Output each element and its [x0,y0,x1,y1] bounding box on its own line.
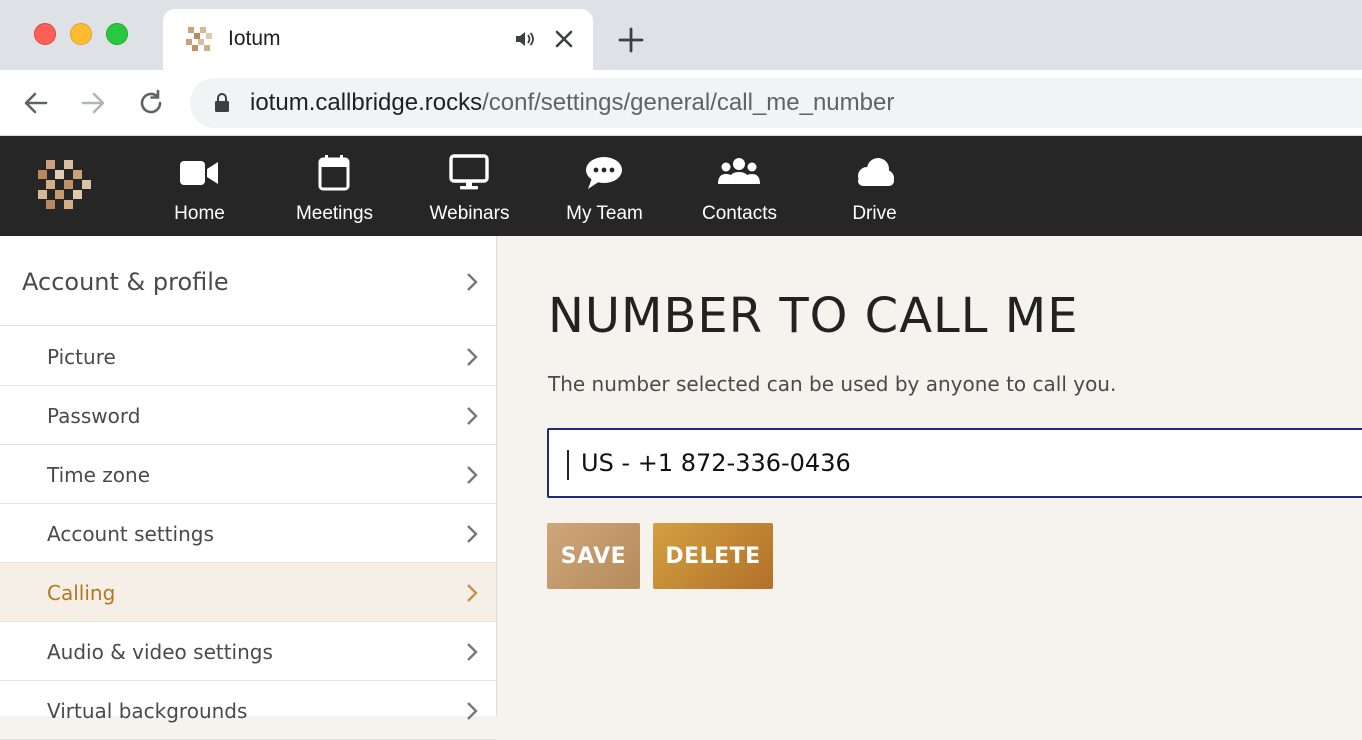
sidebar-item-password[interactable]: Password [0,386,496,445]
chat-bubble-icon [586,157,622,189]
nav-drive[interactable]: Drive [807,136,942,236]
nav-meetings-label: Meetings [295,203,374,224]
chevron-right-icon [467,584,478,602]
nav-webinars[interactable]: Webinars [402,136,537,236]
sidebar-item-virtual-backgrounds[interactable]: Virtual backgrounds [0,681,496,740]
sidebar-item-audio-video-settings[interactable]: Audio & video settings [0,622,496,681]
chevron-right-icon [467,273,478,291]
chevron-right-icon [467,348,478,366]
chevron-right-icon [467,407,478,425]
chevron-right-icon [467,702,478,720]
iotum-favicon-icon [186,27,212,51]
forward-arrow-icon[interactable] [77,87,109,119]
nav-meetings[interactable]: Meetings [267,136,402,236]
nav-drive-label: Drive [852,203,897,224]
new-tab-plus-icon[interactable] [616,25,646,55]
speaker-icon[interactable] [513,28,535,50]
nav-webinars-label: Webinars [429,203,510,224]
page-description: The number selected can be used by anyon… [548,372,1117,396]
window-zoom-button[interactable] [106,23,128,45]
chevron-right-icon [467,466,478,484]
video-camera-icon [180,161,218,185]
browser-tab-strip: Iotum [0,0,1362,70]
sidebar-item-label: Calling [47,581,116,605]
sidebar-item-account-settings[interactable]: Account settings [0,504,496,563]
settings-sidebar: Account & profile Picture Password Time … [0,236,497,740]
sidebar-header-account-profile[interactable]: Account & profile [0,236,496,326]
sidebar-item-label: Virtual backgrounds [47,699,248,723]
delete-button[interactable]: DELETE [653,523,773,589]
sidebar-item-label: Password [47,404,141,428]
window-close-button[interactable] [34,23,56,45]
cloud-icon [858,158,894,186]
sidebar-header-label: Account & profile [22,268,229,296]
selected-number-value: US - +1 872-336-0436 [581,449,851,477]
sidebar-item-time-zone[interactable]: Time zone [0,445,496,504]
app-logo-icon[interactable] [38,160,92,212]
browser-tab[interactable]: Iotum [163,9,593,70]
chevron-right-icon [467,643,478,661]
nav-my-team-label: My Team [566,203,643,224]
monitor-icon [449,154,489,190]
close-icon[interactable] [552,27,576,51]
page-title: NUMBER TO CALL ME [548,288,1079,344]
users-icon [718,158,760,184]
sidebar-item-label: Audio & video settings [47,640,273,664]
lock-icon[interactable] [212,92,232,114]
sidebar-item-label: Account settings [47,522,214,546]
nav-my-team[interactable]: My Team [537,136,672,236]
main-content: NUMBER TO CALL ME The number selected ca… [497,236,1362,716]
text-caret [567,450,569,480]
window-minimize-button[interactable] [70,23,92,45]
address-bar[interactable]: iotum.callbridge.rocks/conf/settings/gen… [190,78,1362,128]
reload-icon[interactable] [135,87,167,119]
sidebar-item-label: Picture [47,345,116,369]
url-path: /conf/settings/general/call_me_number [482,89,895,116]
sidebar-item-picture[interactable]: Picture [0,327,496,386]
nav-contacts-label: Contacts [702,203,777,224]
url-text: iotum.callbridge.rocks/conf/settings/gen… [250,89,894,117]
back-arrow-icon[interactable] [20,87,52,119]
url-host: iotum.callbridge.rocks [250,89,483,116]
nav-contacts[interactable]: Contacts [672,136,807,236]
nav-home-label: Home [174,203,225,224]
sidebar-item-label: Time zone [47,463,151,487]
calendar-icon [318,155,350,191]
tab-title: Iotum [228,27,281,50]
browser-toolbar: iotum.callbridge.rocks/conf/settings/gen… [0,70,1362,136]
save-button[interactable]: SAVE [547,523,640,589]
nav-home[interactable]: Home [132,136,267,236]
app-header: Home Meetings Webinars My Team Contacts … [0,136,1362,236]
sidebar-item-calling[interactable]: Calling [0,563,496,622]
call-me-number-select[interactable]: US - +1 872-336-0436 [547,428,1362,498]
chevron-right-icon [467,525,478,543]
